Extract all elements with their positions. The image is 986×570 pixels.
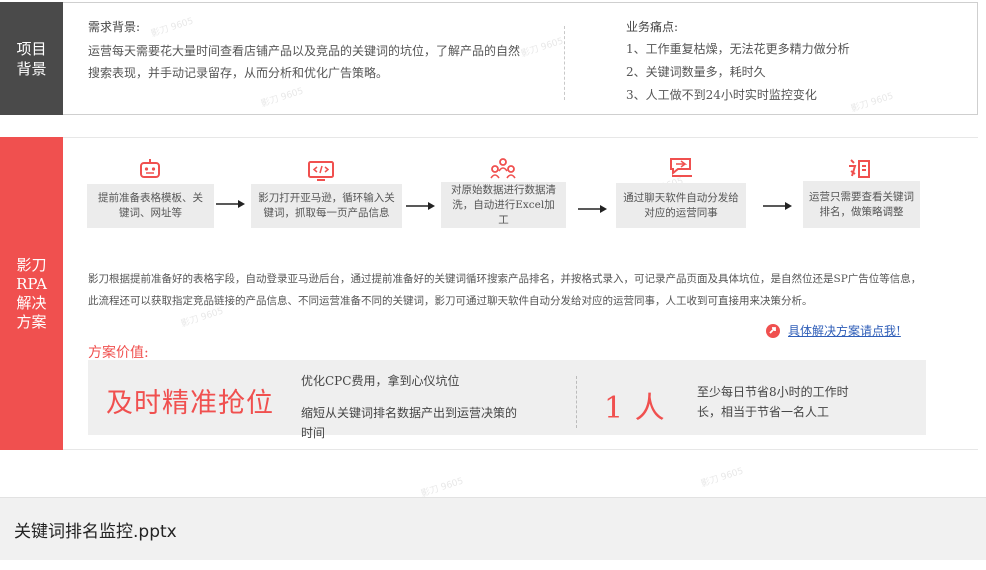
value-point: 优化CPC费用，拿到心仪坑位 xyxy=(301,374,460,388)
step-box: 提前准备表格模板、关键词、网址等 xyxy=(87,184,214,228)
pain-item: 1、工作重复枯燥，无法花更多精力做分析 xyxy=(626,42,850,56)
solution-description: 影刀根据提前准备好的表格字段，自动登录亚马逊后台，通过提前准备好的关键词循环搜索… xyxy=(88,273,922,307)
chat-send-icon xyxy=(670,158,692,177)
watermark: 影刀 9605 xyxy=(699,466,745,490)
value-headline: 及时精准抢位 xyxy=(106,388,274,419)
file-name[interactable]: 关键词排名监控.pptx xyxy=(14,517,177,542)
saving-headline: 1 人 xyxy=(604,391,666,426)
step-box: 通过聊天软件自动分发给对应的运营同事 xyxy=(616,183,746,228)
project-background-label: 项目背景 xyxy=(0,2,63,115)
pain-item: 3、人工做不到24小时实时监控变化 xyxy=(626,88,817,102)
arrow-right-icon xyxy=(216,200,245,208)
divider xyxy=(576,376,577,428)
record-icon xyxy=(849,159,870,178)
saving-text: 至少每日节省8小时的工作时长，相当于节省一名人工 xyxy=(697,385,849,419)
step-box: 运营只需要查看关键词排名，做策略调整 xyxy=(803,181,920,228)
step-box: 影刀打开亚马逊，循环输入关键词，抓取每一页产品信息 xyxy=(251,184,402,228)
link-icon[interactable] xyxy=(764,322,782,338)
value-point: 缩短从关键词排名数据产出到运营决策的时间 xyxy=(301,406,518,440)
arrow-right-icon xyxy=(406,202,435,210)
arrow-right-icon xyxy=(578,205,607,213)
pain-title: 业务痛点: xyxy=(626,20,679,34)
pain-item: 2、关键词数量多，耗时久 xyxy=(626,65,766,79)
solution-detail-link[interactable]: 具体解决方案请点我! xyxy=(788,322,901,339)
robot-icon xyxy=(140,159,160,178)
step-box: 对原始数据进行数据清洗，自动进行Excel加工 xyxy=(441,182,566,228)
value-title: 方案价值: xyxy=(88,345,149,361)
rpa-solution-label: 影刀RPA解决方案 xyxy=(0,137,63,450)
pain-list: 1、工作重复枯燥，无法花更多精力做分析 2、关键词数量多，耗时久 3、人工做不到… xyxy=(626,38,850,107)
people-group-icon xyxy=(490,158,516,179)
need-title: 需求背景: xyxy=(88,20,141,34)
arrow-right-icon xyxy=(763,202,792,210)
code-monitor-icon xyxy=(308,161,334,181)
divider xyxy=(564,26,565,100)
need-body: 运营每天需要花大量时间查看店铺产品以及竞品的关键词的坑位，了解产品的自然搜索表现… xyxy=(88,44,521,80)
watermark: 影刀 9605 xyxy=(419,476,465,500)
